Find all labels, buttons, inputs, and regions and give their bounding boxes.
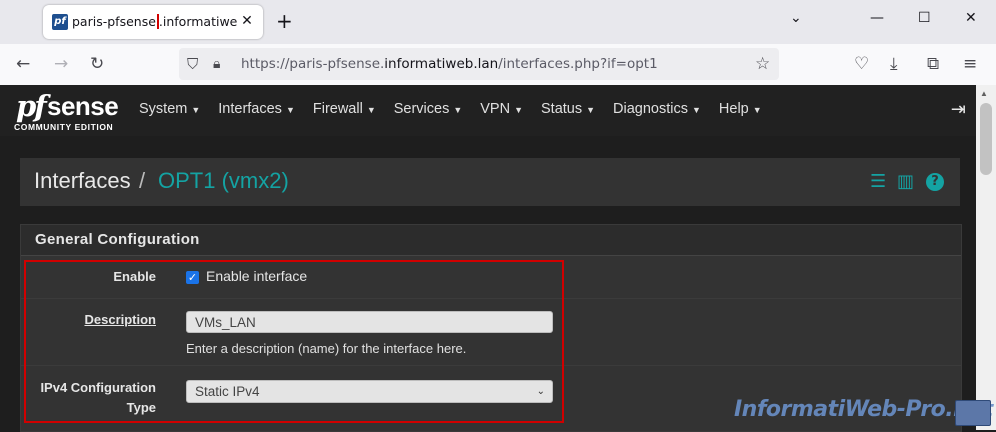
watermark-laptop-icon — [955, 400, 991, 426]
logo-pf: pf — [16, 89, 47, 123]
menu-services[interactable]: Services ▼ — [394, 101, 463, 117]
main-menu: System ▼ Interfaces ▼ Firewall ▼ Services ▼ … — [139, 101, 780, 117]
browser-tab[interactable]: pf paris-pfsense.informatiweb.lan ✕ — [43, 5, 263, 39]
tab-list-icon[interactable]: ⌄ — [790, 10, 802, 26]
panel-heading: General Configuration — [21, 225, 961, 256]
star-icon[interactable]: ☆ — [755, 54, 770, 74]
caret-down-icon: ▼ — [191, 105, 201, 115]
watermark-text: InformatiWeb-Pro.net — [734, 397, 993, 422]
extensions-icon[interactable]: ⧉ — [927, 54, 939, 74]
page-content: Interfaces / OPT1 (vmx2) ☰ ▥ ? General C… — [0, 136, 976, 432]
browser-navbar: ← → ↻ ⛉ 🔒︎ https://paris-pfsense.informa… — [0, 44, 996, 86]
breadcrumb-separator: / — [139, 168, 146, 193]
panel-title: General Configuration — [35, 231, 200, 248]
menu-system[interactable]: System ▼ — [139, 101, 200, 117]
logout-icon[interactable]: ⇥ — [951, 99, 966, 120]
menu-firewall[interactable]: Firewall ▼ — [313, 101, 376, 117]
download-icon[interactable]: ⤓ — [890, 54, 898, 74]
caret-down-icon: ▼ — [586, 105, 596, 115]
chart-icon[interactable]: ▥ — [897, 172, 914, 192]
caret-down-icon: ▼ — [692, 105, 701, 115]
maximize-icon[interactable]: ☐ — [918, 10, 931, 26]
breadcrumb-interfaces[interactable]: Interfaces — [34, 168, 131, 194]
description-label[interactable]: Description — [21, 310, 156, 330]
shield-icon[interactable]: ⛉ — [187, 54, 198, 74]
enable-label: Enable — [113, 269, 156, 284]
settings-sliders-icon[interactable]: ☰ — [870, 172, 886, 192]
tab-title-rest: .informatiweb.lan — [158, 14, 238, 29]
page-title-bar: Interfaces / OPT1 (vmx2) ☰ ▥ ? — [20, 158, 960, 206]
enable-row: Enable ✓ Enable interface — [21, 256, 961, 299]
url-path: /interfaces.php?if=opt1 — [498, 56, 658, 72]
menu-interfaces[interactable]: Interfaces ▼ — [218, 101, 295, 117]
url-bar[interactable]: ⛉ 🔒︎ https://paris-pfsense.informatiweb.… — [179, 48, 779, 80]
pfsense-favicon-icon: pf — [52, 14, 68, 30]
caret-down-icon: ▼ — [514, 105, 524, 115]
ipv4-label-line2: Type — [126, 400, 156, 415]
close-window-icon[interactable]: ✕ — [965, 10, 977, 26]
description-help-text: Enter a description (name) for the inter… — [186, 341, 467, 356]
url-domain: informatiweb.lan — [384, 56, 499, 72]
menu-status[interactable]: Status ▼ — [541, 101, 595, 117]
ipv4-select-value: Static IPv4 — [195, 384, 260, 399]
breadcrumb-current[interactable]: OPT1 (vmx2) — [158, 168, 289, 194]
reload-icon[interactable]: ↻ — [90, 54, 104, 74]
menu-vpn[interactable]: VPN ▼ — [480, 101, 523, 117]
caret-down-icon: ▼ — [752, 105, 762, 115]
tab-title: paris-pfsense.informatiweb.lan — [72, 14, 238, 29]
caret-down-icon: ▼ — [285, 105, 295, 115]
ipv4-label-line1: IPv4 Configuration — [40, 380, 156, 395]
caret-down-icon: ▼ — [453, 105, 463, 115]
caret-down-icon: ▼ — [366, 105, 376, 115]
browser-tabstrip: pf paris-pfsense.informatiweb.lan ✕ + ⌄ … — [0, 0, 996, 44]
chevron-down-icon: ⌄ — [536, 386, 545, 397]
help-icon[interactable]: ? — [926, 173, 944, 191]
ipv4-config-type-select[interactable]: Static IPv4 ⌄ — [186, 380, 553, 403]
new-tab-icon[interactable]: + — [276, 10, 293, 32]
forward-icon[interactable]: → — [54, 54, 68, 74]
logo-edition: COMMUNITY EDITION — [14, 122, 114, 132]
description-row: Description VMs_LAN Enter a description … — [21, 299, 961, 366]
scrollbar-thumb[interactable] — [980, 103, 992, 175]
enable-checkbox-label[interactable]: Enable interface — [206, 268, 307, 284]
scroll-up-icon[interactable]: ▲ — [980, 89, 988, 98]
pfsense-logo[interactable]: pf sense COMMUNITY EDITION — [14, 89, 124, 133]
menu-diagnostics[interactable]: Diagnostics ▼ — [613, 101, 701, 117]
logo-sense: sense — [47, 91, 119, 121]
minimize-icon[interactable]: — — [870, 10, 884, 26]
menu-help[interactable]: Help ▼ — [719, 101, 762, 117]
close-tab-icon[interactable]: ✕ — [239, 13, 255, 29]
ipv4-config-label: IPv4 Configuration Type — [21, 378, 156, 418]
pfsense-header: pf sense COMMUNITY EDITION System ▼ Inter… — [0, 85, 976, 136]
tab-title-highlight: paris-pfsense — [72, 14, 159, 29]
lock-icon[interactable]: 🔒︎ — [213, 54, 220, 74]
description-input[interactable]: VMs_LAN — [186, 311, 553, 333]
back-icon[interactable]: ← — [16, 54, 30, 74]
menu-icon[interactable]: ≡ — [963, 54, 977, 74]
pocket-icon[interactable]: ♡ — [854, 54, 869, 74]
url-prefix: https://paris-pfsense. — [241, 56, 385, 72]
enable-checkbox[interactable]: ✓ — [186, 271, 199, 284]
url-text[interactable]: https://paris-pfsense.informatiweb.lan/i… — [241, 56, 658, 72]
